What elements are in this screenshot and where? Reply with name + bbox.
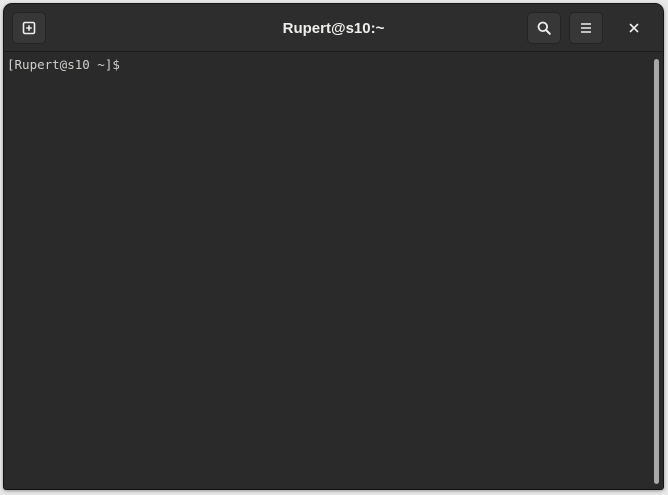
terminal-area[interactable]: [Rupert@s10 ~]$ xyxy=(4,53,649,489)
close-icon xyxy=(629,23,639,33)
search-icon xyxy=(537,21,551,35)
close-button[interactable] xyxy=(618,12,650,44)
new-tab-icon xyxy=(22,21,36,35)
menu-button[interactable] xyxy=(569,12,603,44)
headerbar: Rupert@s10:~ xyxy=(4,4,663,52)
scrollbar[interactable] xyxy=(650,53,663,489)
search-button[interactable] xyxy=(527,12,561,44)
hamburger-menu-icon xyxy=(581,23,591,33)
terminal-window: Rupert@s10:~ [Rupert@s10 ~]$ xyxy=(4,4,663,489)
new-tab-button[interactable] xyxy=(12,12,46,44)
window-title: Rupert@s10:~ xyxy=(282,19,385,37)
shell-prompt: [Rupert@s10 ~]$ xyxy=(7,57,120,72)
scrollbar-thumb[interactable] xyxy=(654,59,659,484)
text-cursor xyxy=(120,57,127,71)
